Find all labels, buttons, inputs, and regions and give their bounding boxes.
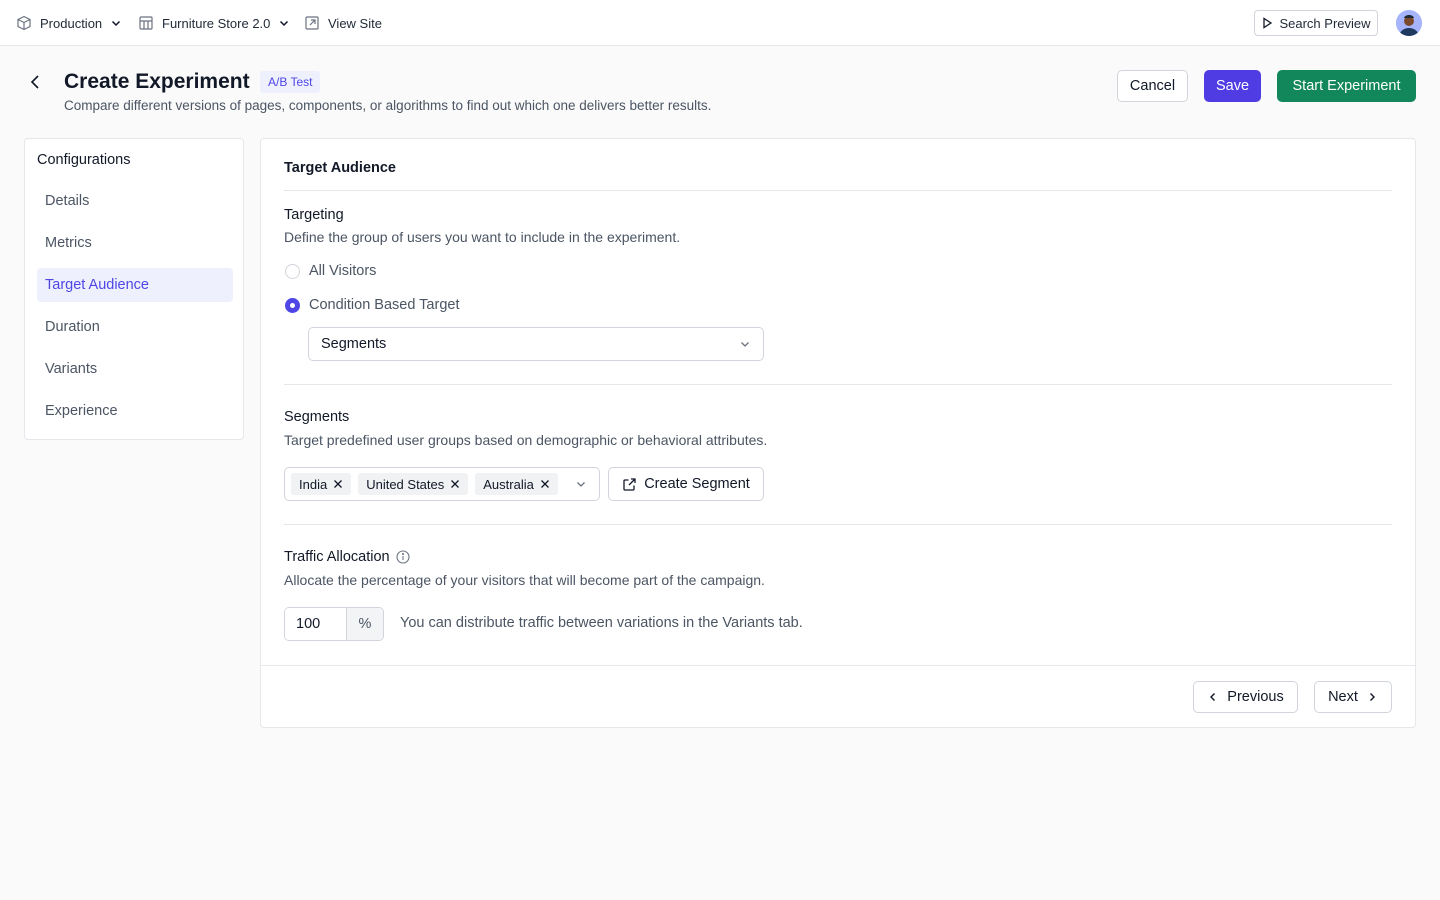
external-link-icon — [305, 16, 319, 30]
user-avatar-icon — [1396, 10, 1422, 36]
tag-label: Australia — [483, 476, 534, 492]
sidebar-item-details[interactable]: Details — [37, 184, 233, 218]
start-experiment-button[interactable]: Start Experiment — [1277, 70, 1416, 102]
percent-suffix: % — [346, 608, 383, 640]
divider — [284, 524, 1392, 525]
experiment-type-badge: A/B Test — [260, 71, 321, 93]
radio-label: Condition Based Target — [309, 297, 460, 313]
sidebar-title: Configurations — [37, 152, 131, 168]
targeting-description: Define the group of users you want to in… — [284, 229, 681, 245]
configurations-sidebar: Configurations Details Metrics Target Au… — [24, 138, 244, 440]
cube-icon — [17, 15, 31, 31]
avatar[interactable] — [1396, 10, 1422, 36]
view-site-link[interactable]: View Site — [304, 0, 382, 46]
radio-all-visitors[interactable]: All Visitors — [285, 263, 376, 279]
store-icon — [139, 16, 153, 30]
sidebar-item-metrics[interactable]: Metrics — [37, 226, 233, 260]
chevron-down-icon — [112, 20, 121, 27]
page-title: Create Experiment — [64, 70, 250, 93]
top-bar: Production Furniture Store 2.0 View Site… — [0, 0, 1440, 46]
chevron-down-icon — [741, 342, 749, 347]
radio-button[interactable] — [285, 297, 300, 313]
traffic-percentage-field: % — [284, 607, 384, 641]
info-icon[interactable] — [396, 550, 410, 564]
segments-dropdown-toggle[interactable] — [575, 478, 587, 490]
segments-label: Segments — [284, 409, 350, 425]
target-audience-panel: Target Audience Targeting Define the gro… — [260, 138, 1416, 728]
next-button[interactable]: Next — [1314, 681, 1392, 713]
radio-label: All Visitors — [309, 263, 377, 279]
remove-tag-button[interactable] — [450, 479, 460, 489]
cancel-button[interactable]: Cancel — [1117, 70, 1188, 102]
select-value: Segments — [321, 336, 387, 352]
traffic-note: You can distribute traffic between varia… — [400, 615, 803, 631]
store-label: Furniture Store 2.0 — [162, 15, 271, 31]
tag-label: United States — [366, 476, 445, 492]
store-selector[interactable]: Furniture Store 2.0 — [138, 0, 290, 46]
view-site-label: View Site — [328, 15, 382, 31]
close-icon — [451, 480, 460, 488]
back-button[interactable] — [24, 70, 46, 94]
radio-condition-based-target[interactable]: Condition Based Target — [285, 297, 459, 313]
previous-button[interactable]: Previous — [1193, 681, 1298, 713]
save-button[interactable]: Save — [1204, 70, 1261, 102]
environment-selector[interactable]: Production — [16, 0, 122, 46]
traffic-allocation-label: Traffic Allocation — [284, 549, 390, 565]
remove-tag-button[interactable] — [333, 479, 343, 489]
search-preview-button[interactable]: Search Preview — [1254, 10, 1378, 36]
close-icon — [540, 480, 549, 488]
page-subtitle: Compare different versions of pages, com… — [64, 98, 712, 113]
radio-button[interactable] — [285, 263, 300, 279]
traffic-percentage-input[interactable] — [285, 608, 346, 640]
chevron-left-icon — [1210, 693, 1216, 701]
chevron-right-icon — [1369, 693, 1375, 701]
section-title: Target Audience — [284, 160, 396, 176]
play-icon — [1263, 17, 1273, 29]
arrow-left-icon — [30, 75, 39, 89]
segment-tag: India — [291, 473, 352, 495]
segments-description: Target predefined user groups based on d… — [284, 432, 768, 448]
traffic-allocation-description: Allocate the percentage of your visitors… — [284, 572, 765, 588]
chevron-down-icon — [577, 482, 585, 487]
traffic-allocation-heading: Traffic Allocation — [284, 549, 410, 565]
chevron-down-icon — [280, 20, 289, 27]
divider — [284, 384, 1392, 385]
sidebar-item-duration[interactable]: Duration — [37, 310, 233, 344]
target-type-select[interactable]: Segments — [308, 327, 764, 361]
sidebar-item-variants[interactable]: Variants — [37, 352, 233, 386]
previous-label: Previous — [1227, 689, 1284, 705]
create-segment-label: Create Segment — [644, 476, 750, 492]
environment-label: Production — [40, 15, 103, 31]
segment-tag: Australia — [475, 473, 558, 495]
segment-tag: United States — [358, 473, 469, 495]
segments-multiselect[interactable]: India United States Australia — [284, 467, 600, 501]
next-label: Next — [1328, 689, 1358, 705]
search-preview-label: Search Preview — [1279, 15, 1371, 31]
divider — [284, 190, 1392, 191]
sidebar-item-experience[interactable]: Experience — [37, 394, 233, 428]
targeting-label: Targeting — [284, 207, 344, 223]
tag-label: India — [299, 476, 328, 492]
sidebar-item-target-audience[interactable]: Target Audience — [37, 268, 233, 302]
create-segment-button[interactable]: Create Segment — [608, 467, 764, 501]
close-icon — [334, 480, 343, 488]
remove-tag-button[interactable] — [540, 479, 550, 489]
external-link-icon — [623, 477, 636, 491]
footer-divider — [261, 665, 1415, 666]
